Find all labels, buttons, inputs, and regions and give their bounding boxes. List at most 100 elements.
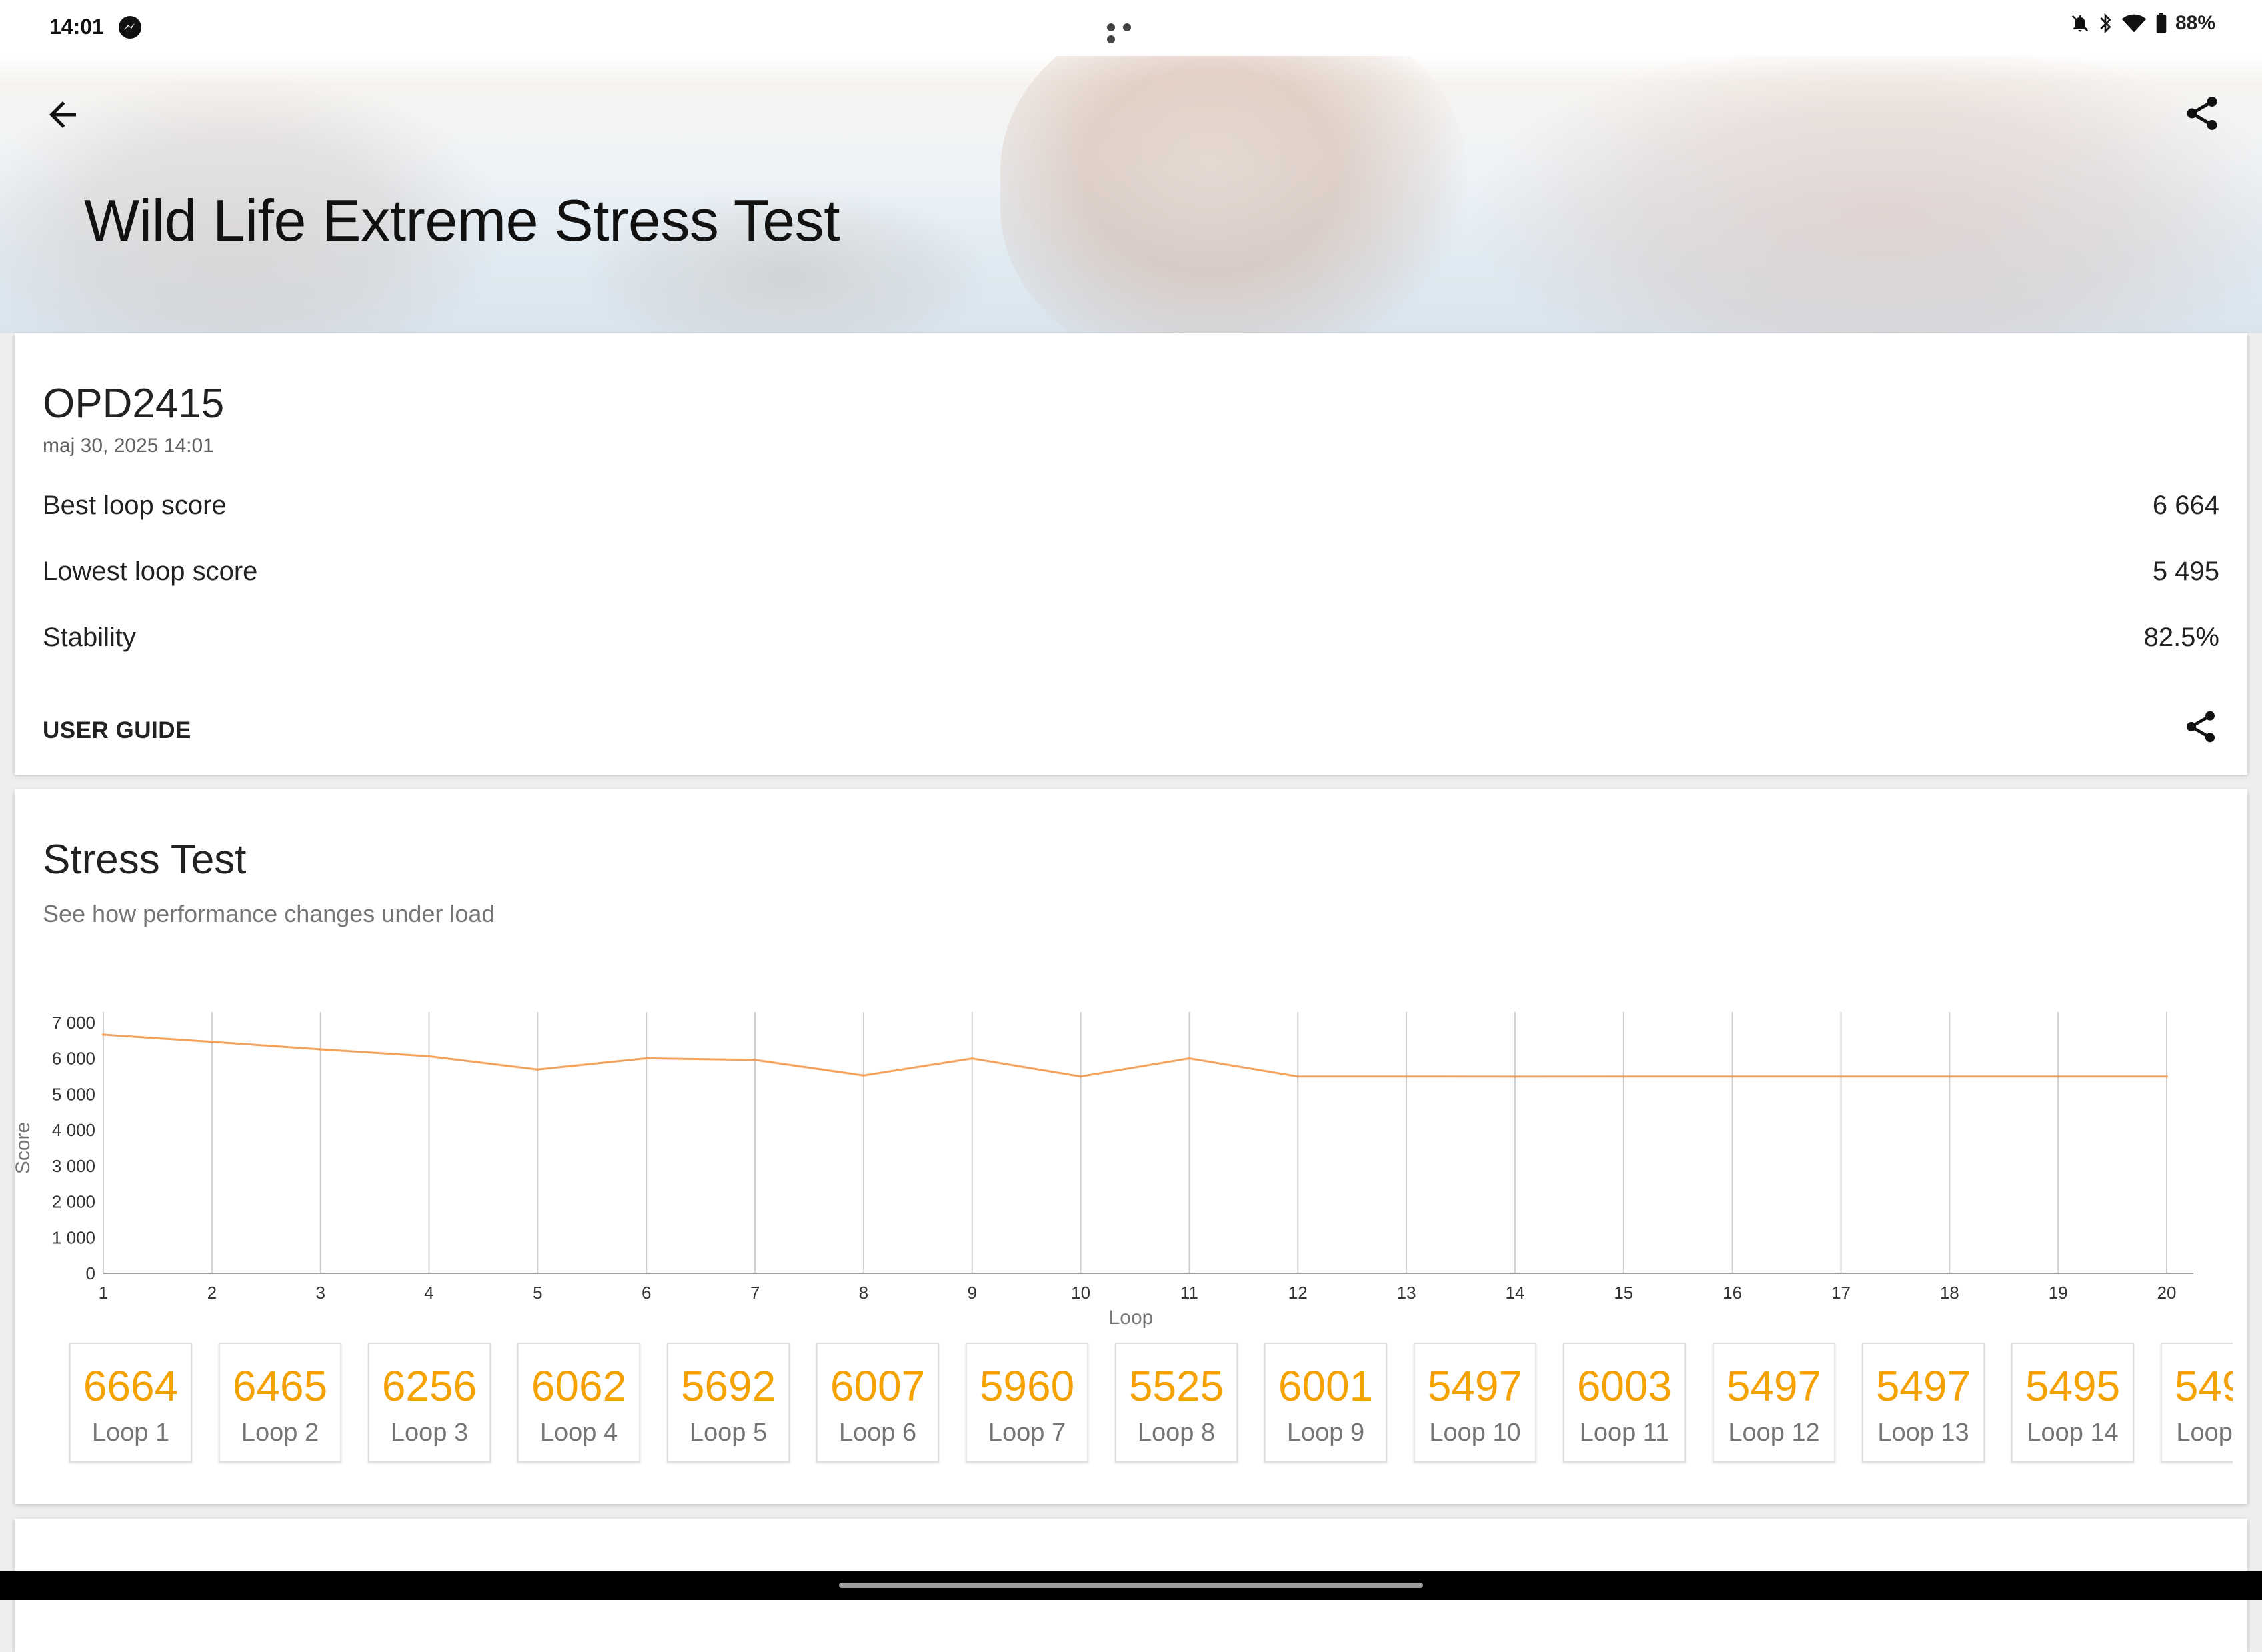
data-point (210, 1040, 213, 1043)
loop-label: Loop 2 (241, 1419, 319, 1447)
metric-value: 5 495 (2152, 557, 2219, 586)
x-tick-label: 2 (207, 1283, 217, 1303)
loop-score-card[interactable]: 5960 Loop 7 (966, 1343, 1088, 1463)
share-icon[interactable] (2182, 93, 2222, 133)
y-tick-label: 1 000 (52, 1227, 95, 1247)
loop-score: 6003 (1576, 1362, 1672, 1410)
data-point (319, 1047, 322, 1051)
loop-scores-list[interactable]: 6664 Loop 1 6465 Loop 2 6256 Loop 3 6062 Loop 4… (55, 1343, 2233, 1476)
share-icon[interactable] (2182, 708, 2219, 745)
loop-label: Loop 9 (1286, 1419, 1365, 1447)
x-tick-label: 7 (750, 1283, 760, 1303)
y-tick-label: 2 000 (52, 1192, 95, 1212)
data-point (1188, 1057, 1191, 1060)
wifi-icon (2121, 14, 2147, 33)
x-tick-label: 15 (1614, 1283, 1633, 1303)
status-icons: 88% (2070, 12, 2215, 35)
loop-score: 5495 (2025, 1362, 2121, 1410)
bluetooth-icon (2100, 13, 2111, 34)
loop-score-card[interactable]: 6465 Loop 2 (219, 1343, 341, 1463)
series-line (103, 1033, 2167, 1078)
metric-value: 6 664 (2152, 491, 2219, 520)
section-subtitle: See how performance changes under load (43, 900, 495, 927)
loop-score-card[interactable]: 6664 Loop 1 (69, 1343, 192, 1463)
y-tick-label: 6 000 (52, 1049, 95, 1069)
loop-label: Loop 1 (91, 1419, 170, 1447)
data-point (1948, 1075, 1951, 1078)
loop-score-card[interactable]: 5497 Loop 12 (1713, 1343, 1835, 1463)
loop-score: 5497 (2174, 1362, 2233, 1410)
loop-score-card[interactable]: 6003 Loop 11 (1563, 1343, 1686, 1463)
status-bar: 14:01 88% (0, 0, 2262, 56)
x-tick-label: 11 (1180, 1283, 1198, 1303)
data-point (645, 1057, 648, 1060)
loop-score-card[interactable]: 5495 Loop 14 (2011, 1343, 2134, 1463)
loop-score: 6062 (531, 1362, 627, 1410)
data-point (427, 1055, 431, 1058)
section-title: Stress Test (43, 837, 247, 883)
more-dots-icon[interactable] (1107, 23, 1154, 43)
loop-label: Loop 13 (1877, 1419, 1969, 1447)
loop-score: 6664 (83, 1362, 179, 1410)
x-tick-label: 16 (1723, 1283, 1742, 1303)
metric-value: 82.5% (2143, 623, 2219, 652)
back-arrow-icon[interactable] (43, 95, 83, 135)
loop-label: Loop 5 (689, 1419, 768, 1447)
data-point (102, 1033, 105, 1037)
data-point (754, 1058, 757, 1061)
loop-label: Loop 10 (1429, 1419, 1521, 1447)
x-tick-label: 13 (1397, 1283, 1416, 1303)
loop-score: 6001 (1278, 1362, 1374, 1410)
x-tick-label: 12 (1288, 1283, 1308, 1303)
loop-score-card[interactable]: 6001 Loop 9 (1264, 1343, 1387, 1463)
metric-best-loop: Best loop score 6 664 (43, 491, 2219, 531)
loop-score: 5692 (680, 1362, 776, 1410)
data-point (2057, 1075, 2060, 1078)
loop-score-card[interactable]: 6062 Loop 4 (517, 1343, 640, 1463)
loop-score-card[interactable]: 6007 Loop 6 (816, 1343, 939, 1463)
x-tick-label: 3 (315, 1283, 325, 1303)
loop-score-card[interactable]: 5497 Loop 10 (1414, 1343, 1536, 1463)
y-tick-label: 7 000 (52, 1013, 95, 1033)
loop-score: 6007 (830, 1362, 926, 1410)
data-point (1731, 1075, 1734, 1078)
stress-test-chart: 1 2 3 4 5 6 7 8 9 10 11 12 13 14 15 16 17 18 19 2001 0002 0… (15, 1012, 2193, 1329)
loop-label: Loop 3 (390, 1419, 469, 1447)
x-tick-label: 18 (1940, 1283, 1959, 1303)
loop-label: Loop 15 (2176, 1419, 2233, 1447)
user-guide-button[interactable]: USER GUIDE (43, 717, 191, 744)
loop-score-card[interactable]: 5497 Loop 13 (1862, 1343, 1985, 1463)
status-time: 14:01 (49, 15, 104, 39)
loop-score-card[interactable]: 5525 Loop 8 (1115, 1343, 1238, 1463)
data-point (1839, 1075, 1843, 1078)
data-point (1513, 1075, 1516, 1078)
data-point (970, 1057, 974, 1060)
x-axis-label: Loop (1109, 1307, 1154, 1329)
battery-icon (2156, 13, 2167, 33)
x-tick-label: 14 (1505, 1283, 1524, 1303)
y-tick-label: 5 000 (52, 1084, 95, 1104)
loop-label: Loop 11 (1579, 1419, 1670, 1447)
loop-label: Loop 7 (988, 1419, 1066, 1447)
loop-score: 5960 (979, 1362, 1075, 1410)
x-tick-label: 6 (642, 1283, 651, 1303)
messenger-icon (119, 16, 141, 39)
x-tick-label: 19 (2049, 1283, 2068, 1303)
x-tick-label: 5 (533, 1283, 542, 1303)
loop-score-card[interactable]: 5692 Loop 5 (667, 1343, 790, 1463)
loop-score: 6256 (381, 1362, 477, 1410)
x-tick-label: 1 (99, 1283, 108, 1303)
x-tick-label: 17 (1831, 1283, 1851, 1303)
hero-banner: Wild Life Extreme Stress Test (0, 56, 2262, 333)
loop-score: 5497 (1427, 1362, 1523, 1410)
home-handle[interactable] (839, 1583, 1423, 1588)
loop-score-card[interactable]: 5497 Loop 15 (2161, 1343, 2233, 1463)
loop-label: Loop 6 (838, 1419, 917, 1447)
data-point (1622, 1075, 1625, 1078)
y-tick-label: 3 000 (52, 1156, 95, 1176)
y-tick-label: 0 (86, 1263, 95, 1283)
navigation-bar (0, 1571, 2262, 1600)
data-point (1296, 1075, 1300, 1078)
data-point (2165, 1075, 2168, 1078)
loop-score-card[interactable]: 6256 Loop 3 (368, 1343, 491, 1463)
